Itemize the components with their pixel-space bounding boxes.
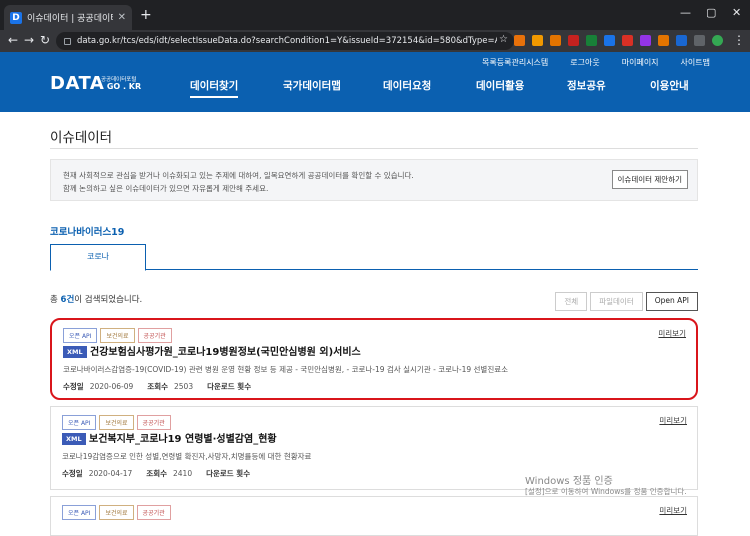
windows-activation-title: Windows 정품 인증 bbox=[525, 476, 613, 487]
topic-heading: 코로나바이러스19 bbox=[50, 227, 125, 238]
page-content: 이슈데이터 현재 사회적으로 관심을 받거나 이슈화되고 있는 주제에 대하여,… bbox=[0, 112, 750, 536]
title-divider bbox=[50, 148, 698, 149]
count-prefix: 총 bbox=[50, 295, 61, 305]
badge-openapi: 오픈 API bbox=[62, 415, 97, 430]
badge-org-type: 공공기관 bbox=[137, 328, 172, 343]
badge-category: 보건의료 bbox=[99, 505, 134, 520]
minimize-icon[interactable]: — bbox=[680, 6, 691, 19]
tab-title: 이슈데이터 | 공공데이터포털 bbox=[27, 14, 113, 24]
format-badge: XML bbox=[62, 433, 86, 445]
meta-modified: 2020-04-17 bbox=[88, 469, 133, 478]
type-filters: 전체 파일데이터 Open API bbox=[552, 292, 698, 311]
url-text: data.go.kr/tcs/eds/idt/selectIssueData.d… bbox=[77, 36, 497, 46]
forward-icon[interactable]: → bbox=[24, 33, 34, 47]
extension-icon[interactable] bbox=[658, 35, 669, 46]
util-link-mypage[interactable]: 마이페이지 bbox=[622, 57, 659, 68]
meta-label: 수정일 bbox=[63, 382, 84, 391]
meta-label: 조회수 bbox=[146, 469, 167, 478]
info-line: 현재 사회적으로 관심을 받거나 이슈화되고 있는 주제에 대하여, 일목요연하… bbox=[63, 171, 414, 180]
info-line: 함께 논의하고 싶은 이슈데이터가 있으면 자유롭게 제안해 주세요. bbox=[63, 184, 269, 193]
result-meta: 수정일 2020-06-09 조회수 2503 다운로드 횟수 bbox=[63, 381, 251, 392]
browser-menu-icon[interactable]: ⋮ bbox=[733, 33, 745, 47]
meta-views: 2503 bbox=[174, 382, 194, 391]
info-text: 현재 사회적으로 관심을 받거나 이슈화되고 있는 주제에 대하여, 일목요연하… bbox=[63, 169, 583, 195]
meta-label: 수정일 bbox=[62, 469, 83, 478]
meta-label: 다운로드 횟수 bbox=[206, 469, 251, 478]
extension-icon[interactable] bbox=[622, 35, 633, 46]
util-link-logout[interactable]: 로그아웃 bbox=[570, 57, 599, 68]
extension-icon[interactable] bbox=[604, 35, 615, 46]
page-title: 이슈데이터 bbox=[50, 130, 113, 146]
browser-toolbar: ← → ↻ data.go.kr/tcs/eds/idt/selectIssue… bbox=[0, 30, 750, 52]
site-header: 목록등록관리시스템 로그아웃 마이페이지 사이트맵 DATA 공공데이터포털 .… bbox=[0, 52, 750, 112]
main-nav: 데이터찾기 국가데이터맵 데이터요청 데이터활용 정보공유 이용안내 bbox=[0, 78, 750, 98]
info-box: 현재 사회적으로 관심을 받거나 이슈화되고 있는 주제에 대하여, 일목요연하… bbox=[50, 159, 698, 201]
nav-item-guide[interactable]: 이용안내 bbox=[650, 78, 689, 93]
filter-openapi-button[interactable]: Open API bbox=[645, 292, 698, 311]
result-title[interactable]: 건강보험심사평가원_코로나19병원정보(국민안심병원 외)서비스 bbox=[90, 343, 361, 358]
filter-file-button[interactable]: 파일데이터 bbox=[590, 292, 643, 311]
preview-link[interactable]: 미리보기 bbox=[659, 505, 687, 516]
nav-item-data-map[interactable]: 국가데이터맵 bbox=[283, 78, 341, 93]
badge-category: 보건의료 bbox=[100, 328, 135, 343]
badge-openapi: 오픈 API bbox=[62, 505, 97, 520]
badge-org-type: 공공기관 bbox=[136, 415, 171, 430]
badge-category: 보건의료 bbox=[99, 415, 134, 430]
badge-group: 오픈 API 보건의료 공공기관 bbox=[62, 415, 174, 430]
extension-icon[interactable] bbox=[694, 35, 705, 46]
badge-group: 오픈 API 보건의료 공공기관 bbox=[63, 328, 175, 343]
util-link-sitemap[interactable]: 사이트맵 bbox=[681, 57, 710, 68]
tab-corona[interactable]: 코로나 bbox=[50, 244, 146, 271]
bookmark-star-icon[interactable]: ☆ bbox=[499, 34, 508, 45]
extension-icon[interactable] bbox=[586, 35, 597, 46]
back-icon[interactable]: ← bbox=[8, 33, 18, 47]
browser-tab[interactable]: D 이슈데이터 | 공공데이터포털 ✕ bbox=[4, 5, 132, 30]
nav-item-data-request[interactable]: 데이터요청 bbox=[383, 78, 431, 93]
nav-item-info-share[interactable]: 정보공유 bbox=[567, 78, 606, 93]
result-card[interactable]: 오픈 API 보건의료 공공기관 미리보기 XML 건강보험심사평가원_코로나1… bbox=[50, 318, 698, 400]
preview-link[interactable]: 미리보기 bbox=[659, 415, 687, 426]
result-card[interactable]: 오픈 API 보건의료 공공기관 미리보기 bbox=[50, 496, 698, 536]
meta-label: 다운로드 횟수 bbox=[207, 382, 252, 391]
propose-issue-button[interactable]: 이슈데이터 제안하기 bbox=[611, 170, 688, 189]
result-description: 코로나바이러스감염증-19(COVID-19) 관련 병원 운영 현황 정보 등… bbox=[63, 365, 509, 374]
preview-link[interactable]: 미리보기 bbox=[658, 328, 686, 339]
lock-icon bbox=[64, 37, 71, 45]
badge-org-type: 공공기관 bbox=[136, 505, 171, 520]
meta-views: 2410 bbox=[173, 469, 193, 478]
badge-openapi: 오픈 API bbox=[63, 328, 98, 343]
filter-all-button[interactable]: 전체 bbox=[555, 292, 588, 311]
extension-icon[interactable] bbox=[676, 35, 687, 46]
nav-item-data-use[interactable]: 데이터활용 bbox=[476, 78, 524, 93]
meta-modified: 2020-06-09 bbox=[89, 382, 134, 391]
browser-tab-strip: D 이슈데이터 | 공공데이터포털 ✕ + — ▢ ✕ bbox=[0, 0, 750, 30]
result-description: 코로나19감염증으로 인한 성별,연령별 확진자,사망자,치명률등에 대한 현황… bbox=[62, 452, 312, 461]
address-bar[interactable]: data.go.kr/tcs/eds/idt/selectIssueData.d… bbox=[56, 32, 514, 50]
count-value: 6건 bbox=[60, 295, 75, 305]
windows-activation-text: [설정]으로 이동하여 Windows를 정품 인증합니다. bbox=[525, 487, 687, 496]
extension-icon[interactable] bbox=[550, 35, 561, 46]
utility-nav: 목록등록관리시스템 로그아웃 마이페이지 사이트맵 bbox=[460, 57, 710, 68]
badge-group: 오픈 API 보건의료 공공기관 bbox=[62, 505, 174, 520]
nav-item-find-data[interactable]: 데이터찾기 bbox=[190, 78, 239, 98]
extension-icon[interactable] bbox=[514, 35, 525, 46]
profile-avatar-icon[interactable] bbox=[712, 35, 723, 46]
extension-icon[interactable] bbox=[532, 35, 543, 46]
close-icon[interactable]: ✕ bbox=[118, 12, 126, 23]
result-count: 총 6건이 검색되었습니다. bbox=[50, 293, 142, 305]
window-close-icon[interactable]: ✕ bbox=[732, 6, 741, 19]
topic-tabs: 코로나 bbox=[50, 244, 698, 271]
result-meta: 수정일 2020-04-17 조회수 2410 다운로드 횟수 bbox=[62, 468, 250, 479]
site-favicon-icon: D bbox=[10, 11, 22, 24]
result-title[interactable]: 보건복지부_코로나19 연령별·성별감염_현황 bbox=[89, 430, 277, 445]
meta-label: 조회수 bbox=[147, 382, 168, 391]
format-badge: XML bbox=[63, 346, 87, 358]
extension-icon[interactable] bbox=[640, 35, 651, 46]
count-suffix: 이 검색되었습니다. bbox=[74, 295, 143, 305]
maximize-icon[interactable]: ▢ bbox=[706, 6, 716, 19]
util-link-admin[interactable]: 목록등록관리시스템 bbox=[482, 57, 548, 68]
new-tab-icon[interactable]: + bbox=[140, 7, 152, 23]
reload-icon[interactable]: ↻ bbox=[40, 33, 50, 47]
extension-icon[interactable] bbox=[568, 35, 579, 46]
